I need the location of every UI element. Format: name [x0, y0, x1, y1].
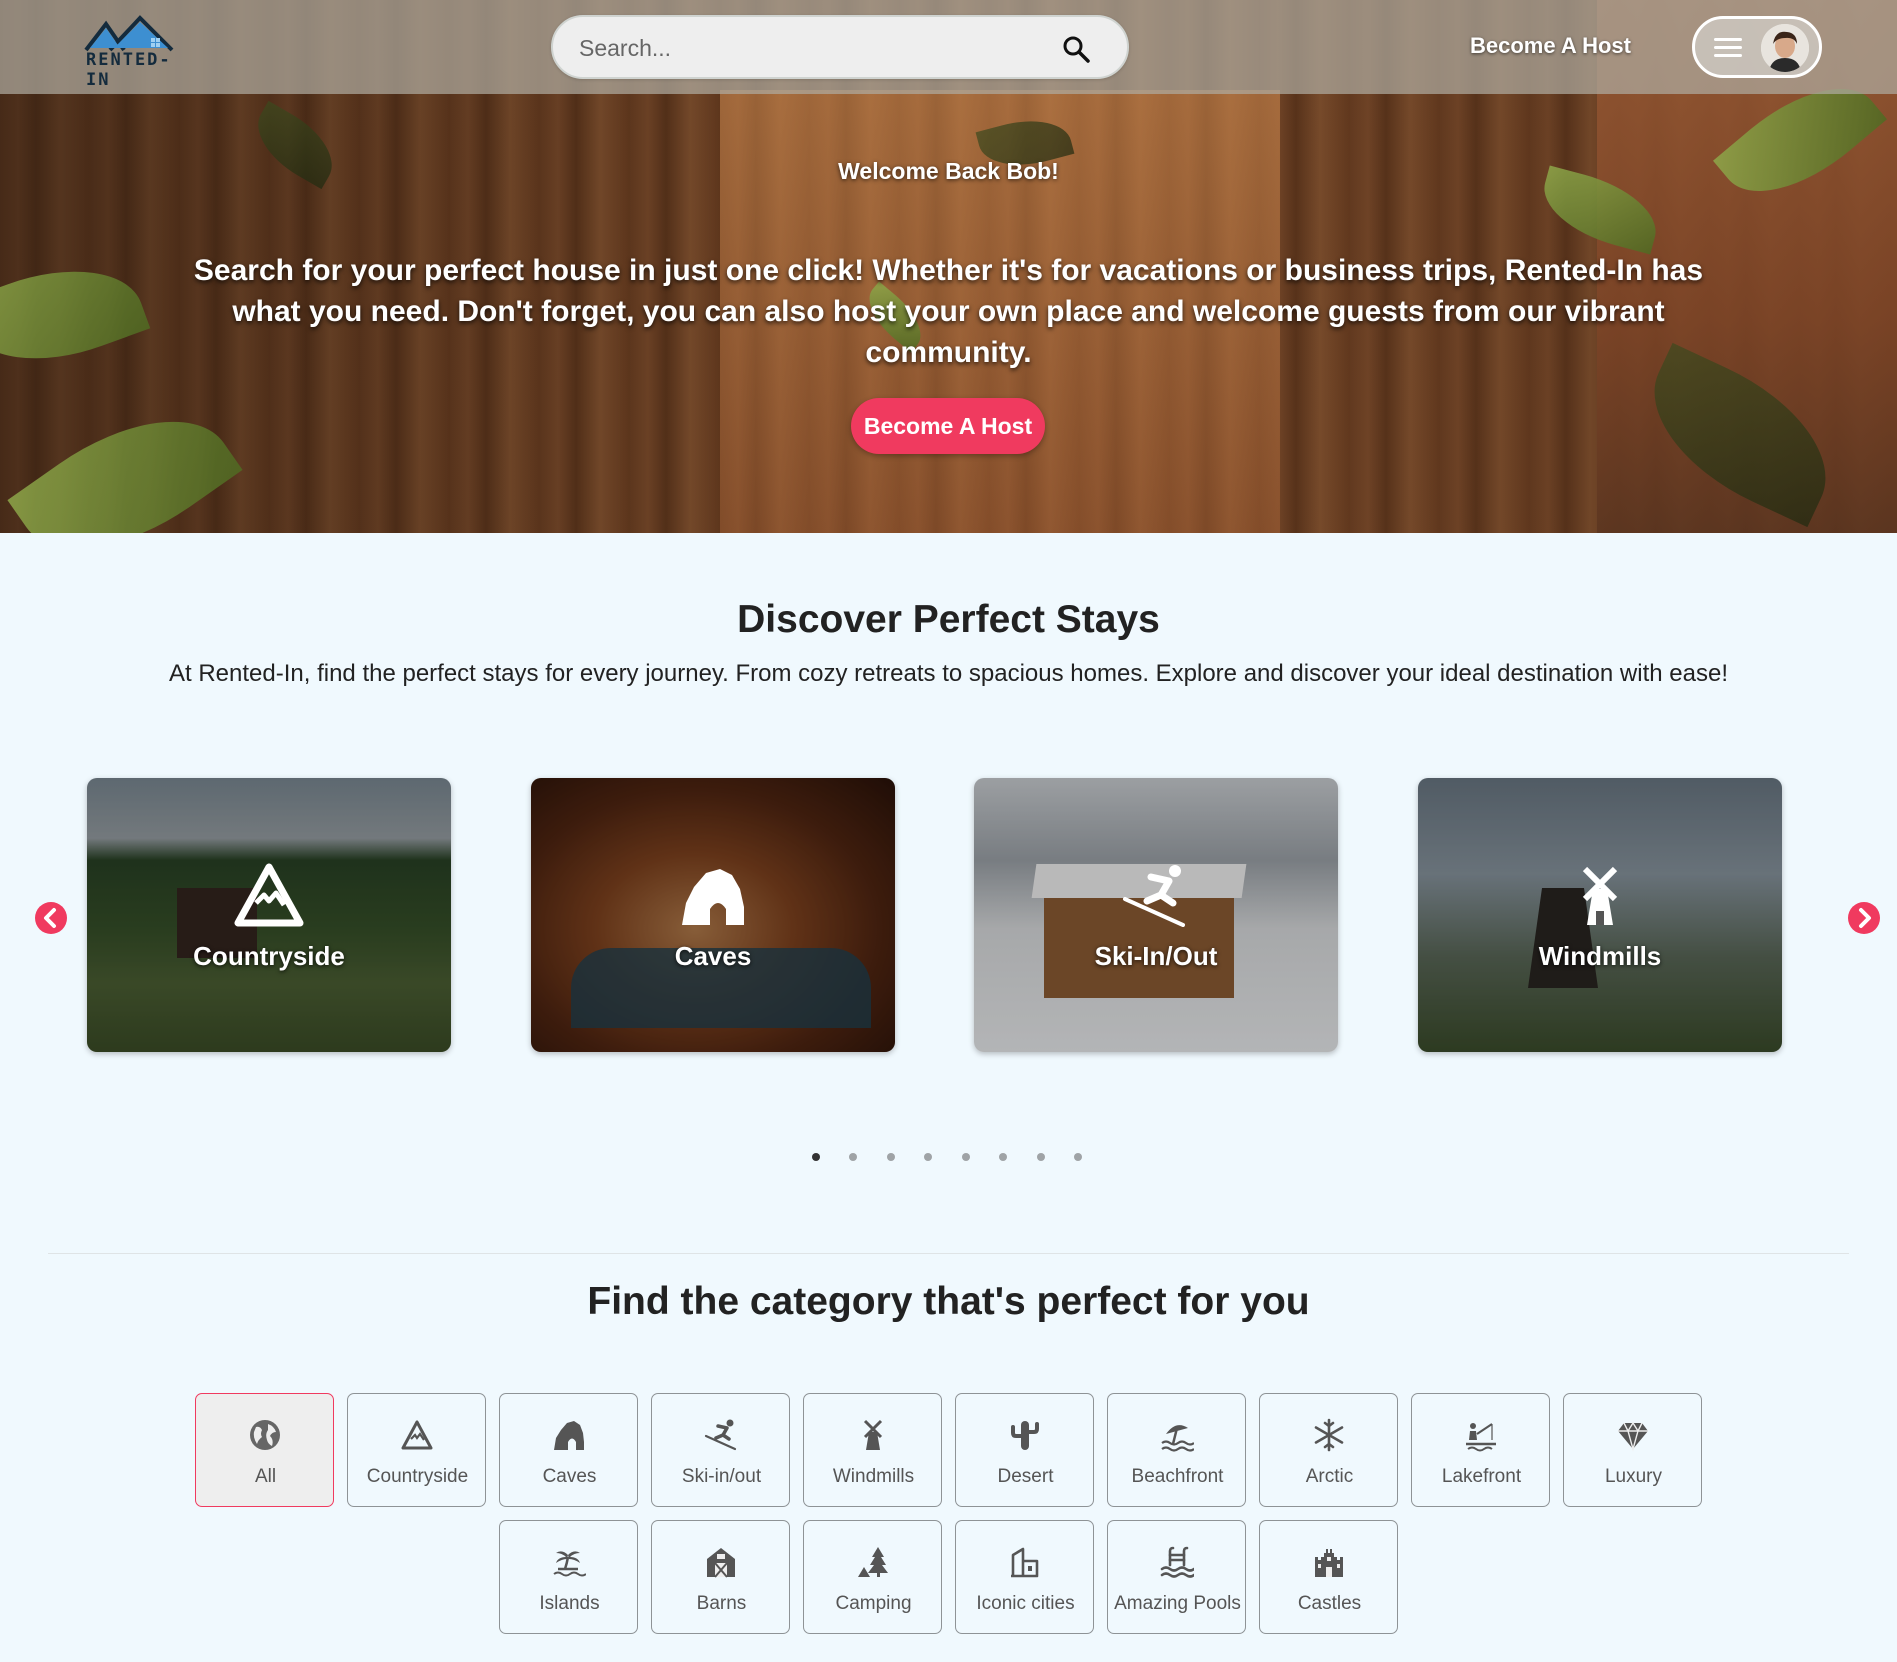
category-label: Camping [835, 1593, 912, 1614]
search-bar[interactable] [551, 15, 1129, 79]
windmill-icon [863, 1419, 883, 1450]
plant-leaf [7, 379, 243, 533]
become-host-button[interactable]: Become A Host [851, 398, 1045, 454]
discover-title: Discover Perfect Stays [737, 598, 1160, 641]
cactus-icon [1011, 1421, 1039, 1450]
logo-text: RENTED-IN [86, 50, 172, 90]
carousel-dot[interactable] [924, 1153, 932, 1161]
category-label: Lakefront [1441, 1466, 1522, 1487]
card-label: Caves [674, 941, 752, 971]
category-camping[interactable]: Camping [803, 1520, 942, 1634]
section-divider [48, 1253, 1849, 1254]
category-barns[interactable]: Barns [651, 1520, 790, 1634]
category-windmills[interactable]: Windmills [803, 1393, 942, 1507]
lake-icon [1466, 1423, 1496, 1452]
become-host-link[interactable]: Become A Host [1470, 33, 1631, 59]
chevron-left-icon [44, 908, 56, 928]
card-label: Windmills [1538, 941, 1662, 971]
brand-logo[interactable]: RENTED-IN [84, 14, 194, 90]
category-label: Beachfront [1131, 1466, 1224, 1487]
skier-icon [704, 1419, 737, 1451]
user-menu-button[interactable] [1692, 16, 1822, 78]
category-label: Windmills [832, 1466, 915, 1487]
category-label: Barns [696, 1593, 747, 1614]
category-castles[interactable]: Castles [1259, 1520, 1398, 1634]
search-icon[interactable] [1061, 34, 1091, 64]
pool-icon [1160, 1546, 1194, 1578]
category-ski-in-out[interactable]: Ski-in/out [651, 1393, 790, 1507]
hamburger-icon [1714, 38, 1742, 58]
category-label: Countryside [366, 1466, 469, 1487]
search-input[interactable] [579, 33, 1039, 63]
carousel-dot[interactable] [962, 1153, 970, 1161]
category-label: Arctic [1305, 1466, 1354, 1487]
mountain-icon [401, 1420, 433, 1450]
beach-icon [1161, 1425, 1194, 1452]
category-all[interactable]: All [195, 1393, 334, 1507]
category-label: Islands [539, 1593, 600, 1614]
barn-icon [707, 1548, 735, 1578]
category-arctic[interactable]: Arctic [1259, 1393, 1398, 1507]
discover-subtitle: At Rented-In, find the perfect stays for… [169, 660, 1728, 687]
category-label: Amazing Pools [1114, 1593, 1241, 1614]
stay-card-caves[interactable]: Caves [531, 778, 895, 1052]
category-label: Ski-in/out [681, 1466, 762, 1487]
category-desert[interactable]: Desert [955, 1393, 1094, 1507]
snowflake-icon [1314, 1418, 1344, 1452]
card-label: Ski-In/Out [1094, 941, 1218, 971]
carousel-dot[interactable] [812, 1153, 820, 1161]
category-islands[interactable]: Islands [499, 1520, 638, 1634]
windmill-icon [1582, 866, 1618, 925]
carousel-dot[interactable] [849, 1153, 857, 1161]
skier-icon [1123, 865, 1185, 927]
card-label: Countryside [193, 941, 345, 971]
chevron-right-icon [1859, 908, 1871, 928]
category-label: Castles [1297, 1593, 1362, 1614]
stay-card-ski-in-out[interactable]: Ski-In/Out [974, 778, 1338, 1052]
plant-leaf [0, 243, 151, 387]
globe-icon [250, 1420, 280, 1450]
category-iconic-cities[interactable]: Iconic cities [955, 1520, 1094, 1634]
navbar: RENTED-IN Become A Host [0, 0, 1897, 94]
category-beachfront[interactable]: Beachfront [1107, 1393, 1246, 1507]
camping-icon [858, 1547, 888, 1577]
category-label: Caves [542, 1466, 597, 1487]
carousel-next-button[interactable] [1848, 902, 1880, 934]
hero-tagline: Search for your perfect house in just on… [193, 254, 1704, 369]
island-icon [553, 1551, 586, 1577]
category-countryside[interactable]: Countryside [347, 1393, 486, 1507]
stay-card-windmills[interactable]: Windmills [1418, 778, 1782, 1052]
carousel-dot[interactable] [999, 1153, 1007, 1161]
carousel-dot[interactable] [887, 1153, 895, 1161]
carousel-dot[interactable] [1037, 1153, 1045, 1161]
carousel-prev-button[interactable] [35, 902, 67, 934]
category-label: Desert [997, 1466, 1054, 1487]
house-roof-icon [84, 15, 174, 52]
stay-card-countryside[interactable]: Countryside [87, 778, 451, 1052]
category-caves[interactable]: Caves [499, 1393, 638, 1507]
castle-icon [1315, 1549, 1343, 1577]
diamond-icon [1618, 1421, 1648, 1452]
avatar [1761, 24, 1809, 72]
cave-icon [682, 869, 744, 925]
carousel-dot[interactable] [1074, 1153, 1082, 1161]
mountain-icon [234, 863, 304, 927]
category-label: Iconic cities [976, 1593, 1075, 1614]
category-amazing-pools[interactable]: Amazing Pools [1107, 1520, 1246, 1634]
category-label: Luxury [1604, 1466, 1663, 1487]
category-luxury[interactable]: Luxury [1563, 1393, 1702, 1507]
cave-icon [554, 1421, 584, 1450]
welcome-message: Welcome Back Bob! [838, 158, 1059, 184]
categories-title: Find the category that's perfect for you [587, 1280, 1310, 1323]
category-label: All [254, 1466, 277, 1487]
city-icon [1011, 1547, 1039, 1578]
category-lakefront[interactable]: Lakefront [1411, 1393, 1550, 1507]
